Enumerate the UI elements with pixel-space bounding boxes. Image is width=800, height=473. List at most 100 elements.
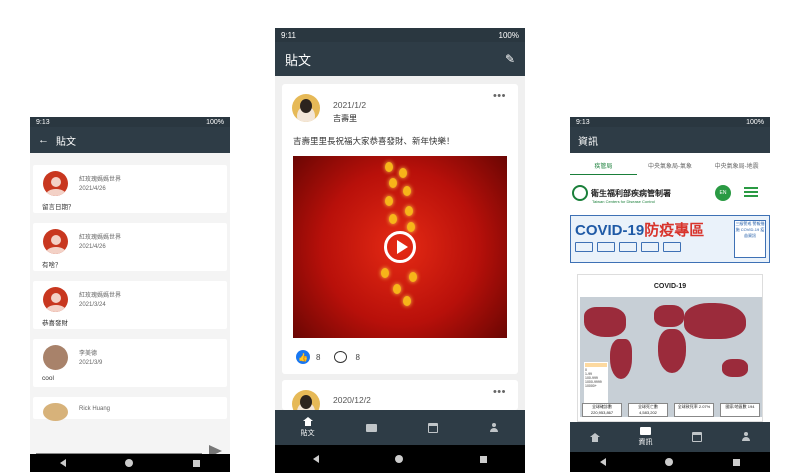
phone-posts-screen: 9:11 100% 貼文 ✎ 2021/1/2 吉壽里 ••• 吉壽里里長祝福大… bbox=[275, 28, 525, 473]
app-bar: 貼文 ✎ bbox=[275, 42, 525, 76]
folder-icon bbox=[640, 427, 651, 435]
avatar bbox=[292, 390, 320, 410]
nav-tab-posts[interactable] bbox=[589, 432, 600, 442]
more-options-icon[interactable]: ••• bbox=[493, 386, 506, 398]
map-stats: 全球確診數 220,953,867 全球死亡數 4,583,202 全球致死率 … bbox=[580, 403, 762, 417]
nav-recent-icon[interactable] bbox=[479, 455, 487, 463]
banner-title-b: 防疫專區 bbox=[644, 222, 705, 239]
nav-tab-profile[interactable] bbox=[489, 422, 499, 433]
status-time: 9:11 bbox=[281, 30, 296, 40]
banner-icon[interactable] bbox=[575, 242, 593, 252]
message-date: 2021/4/26 bbox=[79, 244, 106, 250]
nav-recent-icon[interactable] bbox=[193, 459, 201, 467]
nav-tab-info[interactable]: 資訊 bbox=[639, 427, 653, 447]
more-options-icon[interactable]: ••• bbox=[493, 90, 506, 102]
lantern-decoration bbox=[385, 162, 393, 172]
post-date: 2021/1/2 bbox=[333, 100, 367, 110]
tab-cdc[interactable]: 疾管局 bbox=[570, 161, 637, 175]
lantern-decoration bbox=[405, 206, 413, 216]
post-author: 吉壽里 bbox=[333, 114, 357, 123]
post-body: 吉壽里里長祝福大家恭喜發財、新年快樂！ bbox=[293, 136, 455, 146]
play-icon[interactable] bbox=[384, 231, 416, 263]
bottom-nav: 貼文 bbox=[275, 410, 525, 445]
comment-count: 8 bbox=[355, 352, 360, 362]
nav-home-icon[interactable] bbox=[665, 458, 674, 466]
post-date: 2020/12/2 bbox=[333, 395, 371, 405]
banner-icon[interactable] bbox=[597, 242, 615, 252]
post-card[interactable]: 2020/12/2 ••• bbox=[282, 380, 518, 410]
back-arrow-icon[interactable]: ← bbox=[38, 134, 56, 146]
home-icon bbox=[302, 417, 313, 426]
list-item[interactable]: 紅玫瑰媽媽世界 2021/4/26 有啥？ bbox=[33, 223, 227, 271]
message-author: 李美德 bbox=[79, 351, 98, 357]
nav-home-icon[interactable] bbox=[125, 459, 134, 467]
banner-title-a: COVID-19 bbox=[575, 222, 645, 239]
message-text: cool bbox=[42, 375, 54, 382]
nav-back-icon[interactable] bbox=[59, 459, 66, 467]
lantern-decoration bbox=[407, 222, 415, 232]
nav-recent-icon[interactable] bbox=[733, 458, 741, 466]
avatar bbox=[43, 171, 68, 196]
folder-icon bbox=[365, 423, 377, 432]
status-battery: 100% bbox=[206, 118, 224, 126]
nav-tab-posts[interactable]: 貼文 bbox=[301, 417, 315, 438]
tab-weather[interactable]: 中央氣象局-氣象 bbox=[637, 161, 704, 175]
legend-swatch bbox=[585, 363, 607, 367]
lantern-decoration bbox=[381, 268, 389, 278]
list-item[interactable]: 紅玫瑰媽媽世界 2021/3/24 恭喜發財 bbox=[33, 281, 227, 329]
cdc-name: 衛生福利部疾病管制署 bbox=[591, 188, 671, 198]
english-button[interactable]: EN bbox=[715, 185, 731, 201]
nav-tab-label: 資訊 bbox=[638, 439, 653, 446]
banner-icon[interactable] bbox=[663, 242, 681, 252]
calendar-icon bbox=[428, 422, 439, 433]
nav-tab-profile[interactable] bbox=[741, 432, 751, 442]
nav-tab-calendar[interactable] bbox=[428, 422, 439, 433]
message-author: 紅玫瑰媽媽世界 bbox=[79, 177, 122, 183]
avatar bbox=[43, 229, 68, 254]
tab-earthquake[interactable]: 中央氣象局-地震 bbox=[703, 161, 770, 175]
banner-title: COVID-19防疫專區 bbox=[575, 219, 704, 240]
banner-icons bbox=[575, 242, 685, 252]
avatar bbox=[43, 403, 68, 421]
lantern-decoration bbox=[393, 284, 401, 294]
covid-map-card[interactable]: COVID-19 0 1-99 100-999 1000-9999 10000+… bbox=[577, 274, 763, 422]
nav-home-icon[interactable] bbox=[395, 455, 404, 463]
list-item[interactable]: 李美德 2021/3/9 cool bbox=[33, 339, 227, 387]
lantern-decoration bbox=[389, 214, 397, 224]
lantern-decoration bbox=[409, 272, 417, 282]
world-map: 0 1-99 100-999 1000-9999 10000+ bbox=[580, 297, 762, 417]
nav-back-icon[interactable] bbox=[313, 455, 320, 463]
system-nav-bar bbox=[275, 445, 525, 473]
message-text: 有啥？ bbox=[42, 262, 62, 269]
menu-icon[interactable] bbox=[744, 187, 758, 197]
list-item[interactable]: 紅玫瑰媽媽世界 2021/4/26 留言日期？ bbox=[33, 165, 227, 213]
message-author: Rick Huang bbox=[79, 406, 111, 412]
map-region bbox=[658, 329, 686, 373]
banner-icon[interactable] bbox=[641, 242, 659, 252]
banner-icon[interactable] bbox=[619, 242, 637, 252]
covid-banner[interactable]: COVID-19防疫專區 三級警戒 警報措施 COVID-19 疫苗資訊 bbox=[570, 215, 770, 263]
list-item[interactable]: Rick Huang bbox=[33, 397, 227, 421]
video-thumbnail[interactable] bbox=[293, 156, 507, 338]
status-battery: 100% bbox=[746, 118, 764, 126]
lantern-decoration bbox=[389, 178, 397, 188]
like-icon[interactable]: 👍 bbox=[296, 350, 310, 364]
banner-side-box[interactable]: 三級警戒 警報措施 COVID-19 疫苗資訊 bbox=[734, 220, 766, 258]
system-nav-bar bbox=[30, 454, 230, 472]
legend-label: 10000+ bbox=[585, 384, 597, 388]
nav-tab-files[interactable] bbox=[365, 423, 377, 432]
page-title: 貼文 bbox=[56, 136, 76, 148]
post-card[interactable]: 2021/1/2 吉壽里 ••• 吉壽里里長祝福大家恭喜發財、新年快樂！ 👍 8… bbox=[282, 84, 518, 374]
person-icon bbox=[741, 432, 751, 442]
new-post-icon[interactable]: ✎ bbox=[505, 52, 515, 66]
map-region bbox=[684, 303, 746, 339]
nav-tab-calendar[interactable] bbox=[691, 432, 702, 442]
app-bar: 資訊 bbox=[570, 127, 770, 153]
map-title: COVID-19 bbox=[653, 283, 687, 290]
map-region bbox=[584, 307, 626, 337]
comment-icon[interactable] bbox=[334, 351, 348, 363]
page-title: 貼文 bbox=[285, 52, 312, 68]
avatar bbox=[43, 345, 68, 370]
post-reactions: 👍 8 8 bbox=[296, 350, 360, 364]
nav-back-icon[interactable] bbox=[599, 458, 606, 466]
